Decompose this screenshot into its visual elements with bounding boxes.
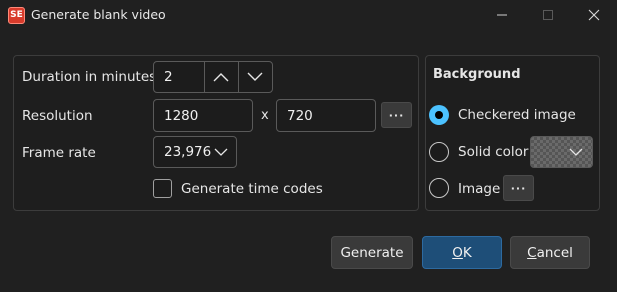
app-icon: SE (8, 7, 25, 24)
checkered-image-label[interactable]: Checkered image (458, 107, 576, 123)
resolution-label: Resolution (22, 108, 93, 124)
cancel-button[interactable]: Cancel (510, 236, 590, 269)
maximize-button (525, 0, 571, 30)
duration-label: Duration in minutes (22, 69, 157, 85)
maximize-icon (543, 10, 553, 20)
cancel-button-label: Cancel (527, 244, 573, 261)
minimize-icon (497, 14, 507, 16)
more-icon: ··· (510, 181, 527, 195)
duration-decrease-button[interactable] (237, 62, 272, 92)
image-browse-button[interactable]: ··· (503, 175, 534, 201)
frame-rate-value: 23,976 (164, 144, 212, 160)
resolution-pick-button[interactable]: ··· (381, 102, 412, 128)
image-label[interactable]: Image (458, 181, 500, 197)
checkered-image-radio[interactable] (429, 105, 449, 125)
chevron-up-icon (213, 73, 229, 82)
ok-button[interactable]: OK (422, 236, 502, 269)
chevron-down-icon (214, 148, 228, 156)
resolution-height-input[interactable]: 720 (276, 99, 376, 132)
duration-increase-button[interactable] (203, 62, 238, 92)
close-icon (588, 9, 600, 21)
time-codes-checkbox[interactable] (153, 179, 172, 198)
solid-color-radio[interactable] (429, 142, 449, 162)
resolution-separator: x (261, 108, 269, 123)
duration-value[interactable]: 2 (154, 69, 204, 85)
image-radio[interactable] (429, 178, 449, 198)
generate-button[interactable]: Generate (331, 236, 413, 269)
resolution-width-input[interactable]: 1280 (153, 99, 253, 132)
minimize-button[interactable] (479, 0, 525, 30)
time-codes-label[interactable]: Generate time codes (181, 181, 323, 197)
chevron-down-icon (247, 72, 263, 81)
more-icon: ··· (388, 108, 405, 122)
ok-button-label: OK (452, 244, 472, 261)
chevron-down-icon (569, 148, 583, 156)
frame-rate-label: Frame rate (22, 145, 96, 161)
duration-spinner[interactable]: 2 (153, 61, 273, 93)
solid-color-label[interactable]: Solid color (458, 144, 528, 160)
close-button[interactable] (571, 0, 617, 30)
frame-rate-dropdown[interactable]: 23,976 (153, 136, 237, 168)
background-title: Background (433, 67, 521, 82)
color-picker-dropdown[interactable] (530, 136, 593, 168)
window-title: Generate blank video (31, 7, 166, 22)
generate-button-label: Generate (340, 244, 404, 261)
